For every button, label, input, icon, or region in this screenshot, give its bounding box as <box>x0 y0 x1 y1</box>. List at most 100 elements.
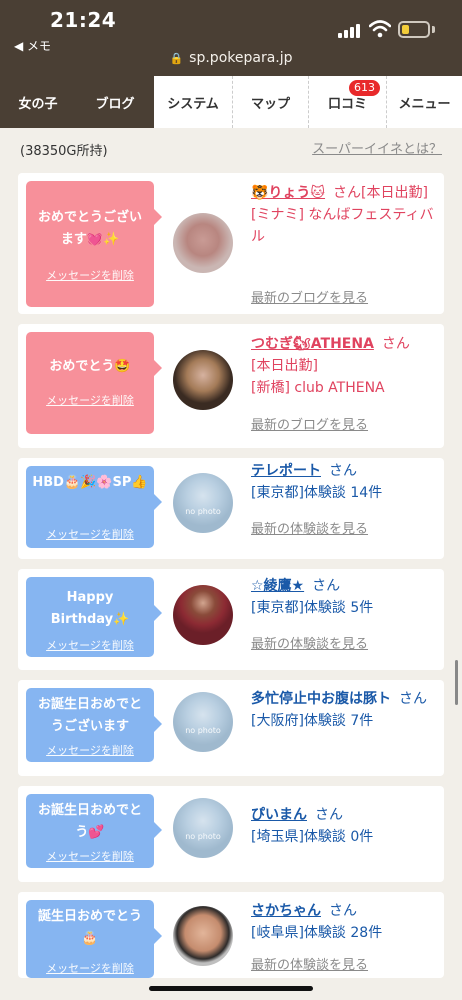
no-photo-label: no photo <box>185 726 221 735</box>
user-info: 🐯りょう🐱 さん[本日出勤] [ミナミ] なんばフェスティバル <box>251 182 441 248</box>
avatar[interactable] <box>173 350 233 410</box>
tab-label: メニュー <box>398 96 451 112</box>
message-bubble: おめでとうございます💓✨ メッセージを削除 <box>26 181 162 307</box>
delete-message-link[interactable]: メッセージを削除 <box>26 265 154 287</box>
tab-bar: 女の子 ブログ システム マップ 口コミ 613 メニュー <box>0 76 462 128</box>
delete-message-link[interactable]: メッセージを削除 <box>26 524 154 546</box>
avatar[interactable] <box>173 213 233 273</box>
review-count: [東京都]体験談 5件 <box>251 600 374 616</box>
honorific: さん <box>329 903 357 919</box>
shop-name: [新橋] club ATHENA <box>251 380 385 396</box>
tab-girls[interactable]: 女の子 <box>0 76 76 128</box>
battery-cap <box>432 26 435 33</box>
honorific: さん <box>312 578 341 594</box>
honorific: さん <box>399 691 427 707</box>
points-row: (38350G所持) スーパーイイネとは？ <box>0 128 462 168</box>
delete-message-link[interactable]: メッセージを削除 <box>26 846 154 868</box>
address-bar[interactable]: 🔒 sp.pokepara.jp <box>0 50 462 66</box>
list-item: お誕生日おめでとうございます メッセージを削除 no photo 多忙停止中お腹… <box>18 680 444 776</box>
review-count: [埼玉県]体験談 0件 <box>251 829 374 845</box>
delete-message-link[interactable]: メッセージを削除 <box>26 390 154 412</box>
user-info: テレポート さん [東京都]体験談 14件 <box>251 460 441 504</box>
latest-review-link[interactable]: 最新の体験談を見る <box>251 954 368 973</box>
message-bubble: HBD🎂🎉🌸SP👍 メッセージを削除 <box>26 466 162 548</box>
latest-blog-link[interactable]: 最新のブログを見る <box>251 414 368 433</box>
battery-icon <box>398 21 430 38</box>
user-name-link[interactable]: 🐯りょう🐱 <box>251 185 325 201</box>
message-text: おめでとう🤩 <box>49 359 131 374</box>
tab-label: 女の子 <box>18 96 58 112</box>
review-count: [岐阜県]体験談 28件 <box>251 925 383 941</box>
user-info: さかちゃん さん [岐阜県]体験談 28件 <box>251 900 441 944</box>
work-status: [本日出勤] <box>361 185 428 201</box>
list-item: お誕生日おめでとう💕 メッセージを削除 no photo ぴいまん さん [埼玉県… <box>18 786 444 882</box>
list-item: Happy Birthday✨ メッセージを削除 ☆綾鷹★ さん [東京都]体験談… <box>18 569 444 670</box>
message-bubble: 誕生日おめでとう🎂 メッセージを削除 <box>26 900 162 980</box>
message-text: おめでとうございます💓✨ <box>37 210 142 247</box>
tab-label: マップ <box>250 96 290 112</box>
latest-blog-link[interactable]: 最新のブログを見る <box>251 287 368 306</box>
tab-blog[interactable]: ブログ <box>76 76 154 128</box>
tab-system[interactable]: システム <box>154 76 232 128</box>
user-name-link[interactable]: つむぎ🐿ATHENA <box>251 336 374 352</box>
clock: 21:24 <box>50 8 117 32</box>
message-text: お誕生日おめでとう💕 <box>37 803 142 840</box>
honorific: さん <box>329 463 357 479</box>
avatar[interactable]: no photo <box>173 692 233 752</box>
message-bubble: お誕生日おめでとう💕 メッセージを削除 <box>26 794 162 868</box>
user-info: ☆綾鷹★ さん [東京都]体験談 5件 <box>251 575 441 619</box>
tab-reviews[interactable]: 口コミ 613 <box>308 76 386 128</box>
user-name-link[interactable]: さかちゃん <box>251 903 321 919</box>
work-status: [本日出勤] <box>251 358 318 374</box>
delete-message-link[interactable]: メッセージを削除 <box>26 635 154 657</box>
list-item: おめでとう🤩 メッセージを削除 つむぎ🐿ATHENA さん [本日出勤] [新橋]… <box>18 324 444 448</box>
cellular-signal-icon <box>338 24 362 38</box>
message-bubble: おめでとう🤩 メッセージを削除 <box>26 332 162 434</box>
message-list: おめでとうございます💓✨ メッセージを削除 🐯りょう🐱 さん[本日出勤] [ミナミ… <box>18 173 444 988</box>
avatar[interactable]: no photo <box>173 473 233 533</box>
review-count-badge: 613 <box>349 80 380 96</box>
super-iine-help-link[interactable]: スーパーイイネとは？ <box>312 138 442 157</box>
status-bar: 21:24 ◀ メモ 🔒 sp.pokepara.jp <box>0 0 462 76</box>
tab-map[interactable]: マップ <box>232 76 308 128</box>
points-balance: (38350G所持) <box>20 144 108 159</box>
scrollbar[interactable] <box>455 660 458 705</box>
message-text: お誕生日おめでとうございます <box>37 697 142 734</box>
tab-label: システム <box>167 96 219 112</box>
honorific: さん <box>381 336 410 352</box>
latest-review-link[interactable]: 最新の体験談を見る <box>251 633 368 652</box>
url-text: sp.pokepara.jp <box>189 50 293 66</box>
avatar[interactable]: no photo <box>173 798 233 858</box>
user-name-link[interactable]: 多忙停止中お腹は豚ト <box>251 691 391 707</box>
user-name-link[interactable]: テレポート <box>251 463 321 479</box>
honorific: さん <box>333 185 362 201</box>
delete-message-link[interactable]: メッセージを削除 <box>26 740 154 762</box>
list-item: HBD🎂🎉🌸SP👍 メッセージを削除 no photo テレポート さん [東京都… <box>18 458 444 559</box>
no-photo-label: no photo <box>185 507 221 516</box>
message-text: 誕生日おめでとう🎂 <box>37 909 142 946</box>
message-text: HBD🎂🎉🌸SP👍 <box>32 475 148 490</box>
user-info: ぴいまん さん [埼玉県]体験談 0件 <box>251 804 441 848</box>
user-name-link[interactable]: ☆綾鷹★ <box>251 578 304 594</box>
list-item: おめでとうございます💓✨ メッセージを削除 🐯りょう🐱 さん[本日出勤] [ミナミ… <box>18 173 444 314</box>
avatar[interactable] <box>173 585 233 645</box>
wifi-icon <box>369 20 391 38</box>
no-photo-label: no photo <box>185 832 221 841</box>
delete-message-link[interactable]: メッセージを削除 <box>26 958 154 980</box>
list-item: 誕生日おめでとう🎂 メッセージを削除 さかちゃん さん [岐阜県]体験談 28件 … <box>18 892 444 978</box>
avatar[interactable] <box>173 906 233 966</box>
latest-review-link[interactable]: 最新の体験談を見る <box>251 518 368 537</box>
message-bubble: Happy Birthday✨ メッセージを削除 <box>26 577 162 657</box>
review-count: [東京都]体験談 14件 <box>251 485 383 501</box>
home-indicator[interactable] <box>149 986 313 991</box>
message-bubble: お誕生日おめでとうございます メッセージを削除 <box>26 688 162 762</box>
user-info: つむぎ🐿ATHENA さん [本日出勤] [新橋] club ATHENA <box>251 333 441 399</box>
tab-label: ブログ <box>95 96 135 112</box>
lock-icon: 🔒 <box>169 52 184 65</box>
shop-name: [ミナミ] なんばフェスティバル <box>251 207 434 245</box>
user-name-link[interactable]: ぴいまん <box>251 807 307 823</box>
honorific: さん <box>315 807 343 823</box>
tab-menu[interactable]: メニュー <box>386 76 462 128</box>
message-text: Happy Birthday✨ <box>50 590 130 627</box>
user-info: 多忙停止中お腹は豚ト さん [大阪府]体験談 7件 <box>251 688 441 732</box>
